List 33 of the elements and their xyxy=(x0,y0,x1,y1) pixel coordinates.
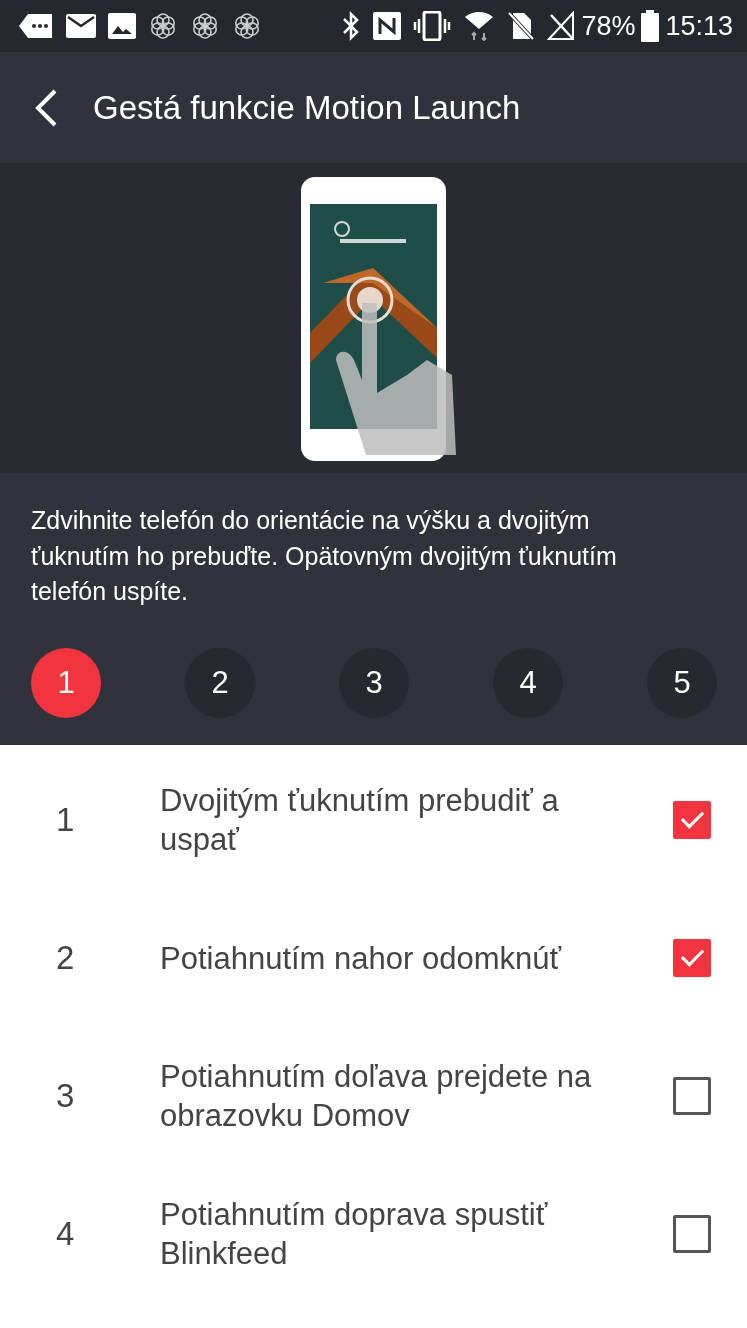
screen-title: Gestá funkcie Motion Launch xyxy=(93,88,521,127)
gesture-number: 3 xyxy=(56,1077,76,1115)
step-button[interactable]: 4 xyxy=(493,647,563,718)
battery-level: 78% xyxy=(581,10,636,42)
flower-icon xyxy=(190,11,220,41)
vibrate-icon xyxy=(413,11,452,41)
gesture-label: Potiahnutím doľava prejdete na obrazovku Domov xyxy=(160,1058,593,1135)
back-icon[interactable] xyxy=(33,88,59,127)
mail-icon xyxy=(66,14,96,38)
signal-icon xyxy=(547,11,576,41)
step-button[interactable]: 2 xyxy=(185,647,255,718)
gesture-label: Dvojitým ťuknutím prebudiť a uspať xyxy=(160,782,560,859)
message-icon xyxy=(18,12,54,40)
gesture-number: 2 xyxy=(56,939,76,977)
flower-icon xyxy=(232,11,262,41)
gesture-description: Zdvihnite telefón do orientácie na výšku a dvojitým ťuknutím ho prebuďte. Opätovným dvojitým ťuknutím telefón uspíte. xyxy=(31,505,618,607)
battery-icon xyxy=(641,10,660,42)
gesture-label: Potiahnutím doprava spustiť Blinkfeed xyxy=(160,1196,549,1273)
flower-icon xyxy=(148,11,178,41)
checkbox[interactable] xyxy=(673,939,711,977)
checkbox[interactable] xyxy=(673,1215,711,1253)
image-icon xyxy=(108,13,136,39)
step-button[interactable]: 1 xyxy=(31,647,101,718)
no-sim-icon xyxy=(507,11,536,41)
gesture-label: Potiahnutím nahor odomknúť xyxy=(160,939,563,978)
checkbox[interactable] xyxy=(673,1077,711,1115)
step-button[interactable]: 3 xyxy=(339,647,409,718)
gesture-number: 1 xyxy=(56,801,76,839)
nfc-icon xyxy=(373,12,402,40)
gesture-number: 4 xyxy=(56,1215,76,1253)
clock: 15:13 xyxy=(665,10,733,42)
step-button[interactable]: 5 xyxy=(647,647,717,718)
checkbox[interactable] xyxy=(673,801,711,839)
